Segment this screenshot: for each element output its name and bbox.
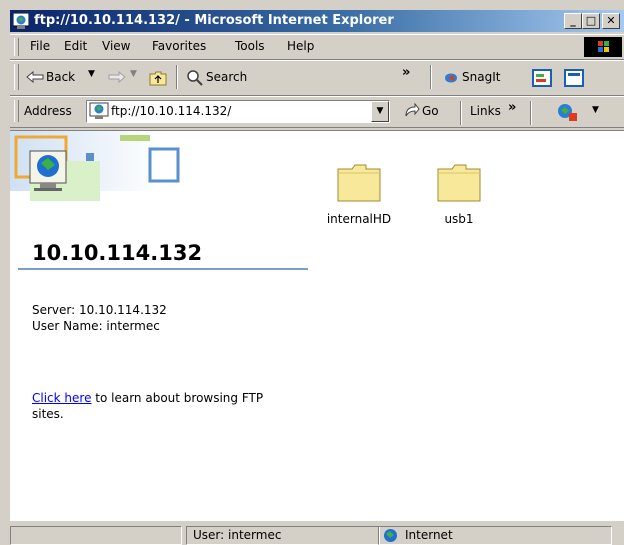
maximize-button[interactable]: □: [582, 13, 600, 29]
windows-logo-icon: [584, 37, 622, 57]
links-button[interactable]: Links: [470, 104, 501, 118]
help-text-rest: to learn about browsing FTP: [91, 391, 264, 405]
related-tools-icon: [558, 104, 577, 121]
forward-arrow-icon: [108, 71, 126, 83]
address-dropdown-button[interactable]: ▼: [371, 101, 389, 122]
up-folder-button[interactable]: [146, 67, 170, 89]
user-name-line: User Name: intermec: [32, 319, 160, 333]
search-icon: [187, 70, 203, 86]
address-label: Address: [24, 104, 72, 118]
related-tools-button[interactable]: ▼: [556, 102, 616, 122]
folder-view: 10.10.114.132 Server: 10.10.114.132 User…: [10, 130, 624, 521]
folder-usb1[interactable]: usb1: [414, 163, 504, 226]
internet-zone-icon: [384, 529, 397, 542]
menu-help[interactable]: Help: [287, 39, 314, 53]
close-button[interactable]: ✕: [602, 13, 620, 29]
search-button[interactable]: Search: [184, 67, 266, 89]
folder-icon: [337, 164, 381, 202]
back-arrow-icon: [26, 71, 44, 83]
toolbar-separator: [176, 65, 178, 89]
capture-menu-icon: [564, 69, 584, 87]
status-text-panel: [10, 526, 182, 545]
menu-grip[interactable]: [14, 38, 19, 56]
links-separator: [530, 101, 532, 125]
ie-globe-icon: [13, 13, 29, 29]
window-title: ftp://10.10.114.132/ - Microsoft Interne…: [34, 13, 394, 28]
folder-internalhd[interactable]: internalHD: [314, 163, 404, 226]
back-button[interactable]: Back ▼: [24, 67, 102, 89]
title-divider: [18, 268, 308, 270]
up-folder-icon: [149, 71, 167, 86]
forward-button[interactable]: ▼: [106, 67, 140, 89]
folder-label: internalHD: [326, 212, 392, 226]
status-user-panel: User: intermec: [186, 526, 380, 545]
menu-tools[interactable]: Tools: [235, 39, 265, 53]
snagit-button[interactable]: SnagIt: [440, 67, 518, 89]
toolbar-chevron-button[interactable]: »: [402, 65, 410, 80]
minimize-button[interactable]: _: [564, 13, 582, 29]
menu-bar: File Edit View Favorites Tools Help: [10, 34, 624, 60]
status-zone-panel: Internet: [378, 526, 612, 545]
links-chevron-button[interactable]: »: [508, 100, 516, 115]
status-zone: Internet: [405, 528, 453, 542]
title-bar[interactable]: ftp://10.10.114.132/ - Microsoft Interne…: [10, 10, 624, 32]
snagit-capture-menu-button[interactable]: [564, 69, 584, 87]
standard-toolbar: Back ▼ ▼ Search » SnagIt: [10, 60, 624, 96]
back-label: Back: [46, 70, 76, 84]
search-label: Search: [206, 70, 248, 84]
address-grip[interactable]: [14, 100, 19, 122]
address-value: ftp://10.10.114.132/: [111, 104, 232, 118]
help-link[interactable]: Click here: [32, 391, 91, 405]
address-bar: Address ftp://10.10.114.132/ ▼ Go Links …: [10, 96, 624, 128]
toolbar-separator-2: [430, 65, 432, 89]
toolbar-grip[interactable]: [14, 64, 19, 90]
status-user: User: intermec: [193, 528, 282, 542]
ie-window: ftp://10.10.114.132/ - Microsoft Interne…: [10, 10, 624, 545]
folder-label: usb1: [444, 212, 474, 226]
capture-window-icon: [532, 69, 552, 87]
ftp-banner-graphic: [10, 131, 180, 201]
go-button[interactable]: Go: [402, 101, 450, 121]
go-arrow-icon: [405, 103, 420, 117]
status-bar: User: intermec Internet: [10, 524, 624, 545]
snagit-icon: [445, 73, 457, 83]
address-input[interactable]: ftp://10.10.114.132/ ▼: [86, 100, 390, 123]
address-separator: [460, 101, 462, 125]
ftp-page-icon: [89, 102, 109, 119]
snagit-capture-window-button[interactable]: [532, 69, 552, 87]
go-label: Go: [422, 104, 439, 118]
snagit-label: SnagIt: [462, 70, 501, 84]
menu-favorites[interactable]: Favorites: [152, 39, 206, 53]
folder-icon: [437, 164, 481, 202]
help-text: Click here to learn about browsing FTP: [32, 391, 263, 405]
related-tools-dropdown-icon: ▼: [592, 105, 599, 115]
server-line: Server: 10.10.114.132: [32, 303, 167, 317]
menu-view[interactable]: View: [102, 39, 130, 53]
menu-file[interactable]: File: [30, 39, 50, 53]
host-title: 10.10.114.132: [32, 241, 203, 265]
help-text-line-2: sites.: [32, 407, 64, 421]
forward-dropdown-icon: ▼: [130, 69, 137, 79]
back-dropdown-icon: ▼: [88, 69, 95, 79]
menu-edit[interactable]: Edit: [64, 39, 87, 53]
